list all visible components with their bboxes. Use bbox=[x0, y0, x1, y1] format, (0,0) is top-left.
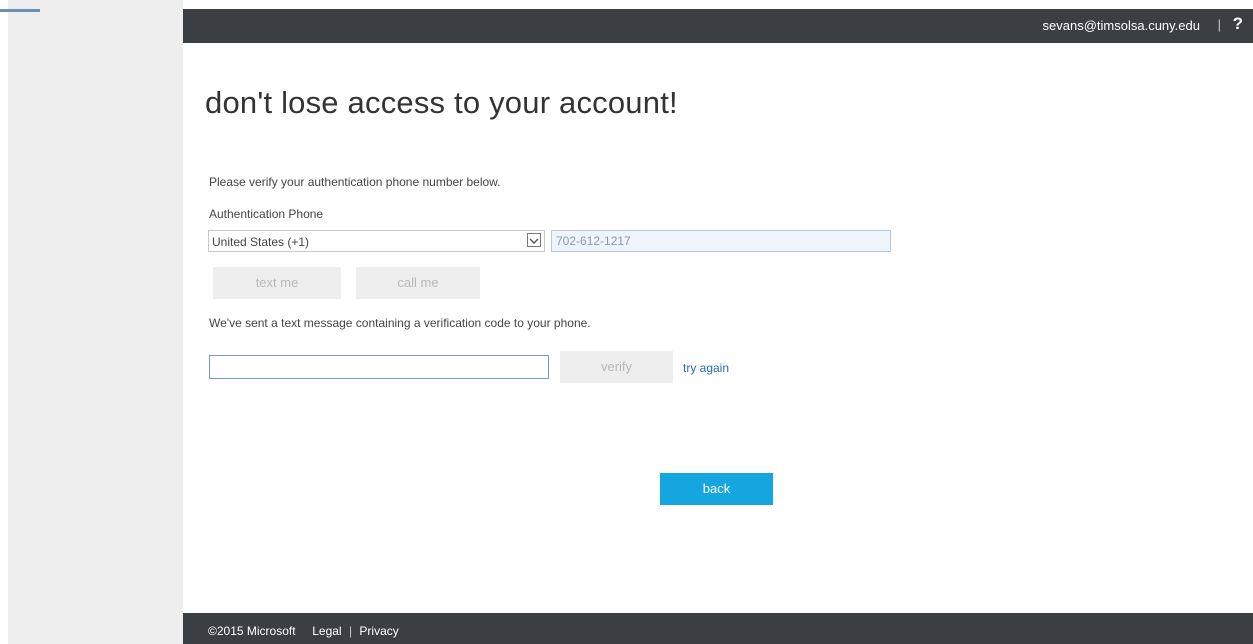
instruction-text: Please verify your authentication phone … bbox=[209, 175, 501, 189]
left-accent-bar bbox=[0, 9, 40, 12]
page-title: don't lose access to your account! bbox=[205, 85, 678, 120]
left-panel bbox=[0, 0, 183, 644]
text-me-button[interactable]: text me bbox=[213, 267, 341, 299]
try-again-link[interactable]: try again bbox=[683, 361, 729, 375]
phone-number-input[interactable] bbox=[551, 230, 891, 252]
back-button[interactable]: back bbox=[660, 473, 773, 505]
authentication-phone-label: Authentication Phone bbox=[209, 207, 324, 221]
help-icon[interactable]: ? bbox=[1233, 14, 1243, 34]
top-bar: sevans@timsolsa.cuny.edu | ? bbox=[183, 9, 1253, 43]
verify-button[interactable]: verify bbox=[560, 351, 673, 383]
left-edge bbox=[0, 0, 8, 644]
country-select[interactable]: United States (+1) bbox=[208, 230, 545, 252]
verification-code-input[interactable] bbox=[209, 355, 549, 379]
country-select-value: United States (+1) bbox=[212, 235, 310, 249]
chevron-down-icon[interactable] bbox=[527, 233, 541, 247]
user-email[interactable]: sevans@timsolsa.cuny.edu bbox=[1043, 18, 1200, 33]
call-me-button[interactable]: call me bbox=[356, 267, 480, 299]
header-separator: | bbox=[1217, 17, 1221, 32]
legal-link[interactable]: Legal bbox=[312, 624, 341, 638]
copyright-text: ©2015 Microsoft bbox=[208, 623, 296, 638]
footer-separator: | bbox=[348, 623, 353, 638]
footer: ©2015 Microsoft Legal | Privacy bbox=[183, 613, 1253, 644]
privacy-link[interactable]: Privacy bbox=[359, 624, 398, 638]
sent-message-text: We've sent a text message containing a v… bbox=[209, 316, 591, 330]
